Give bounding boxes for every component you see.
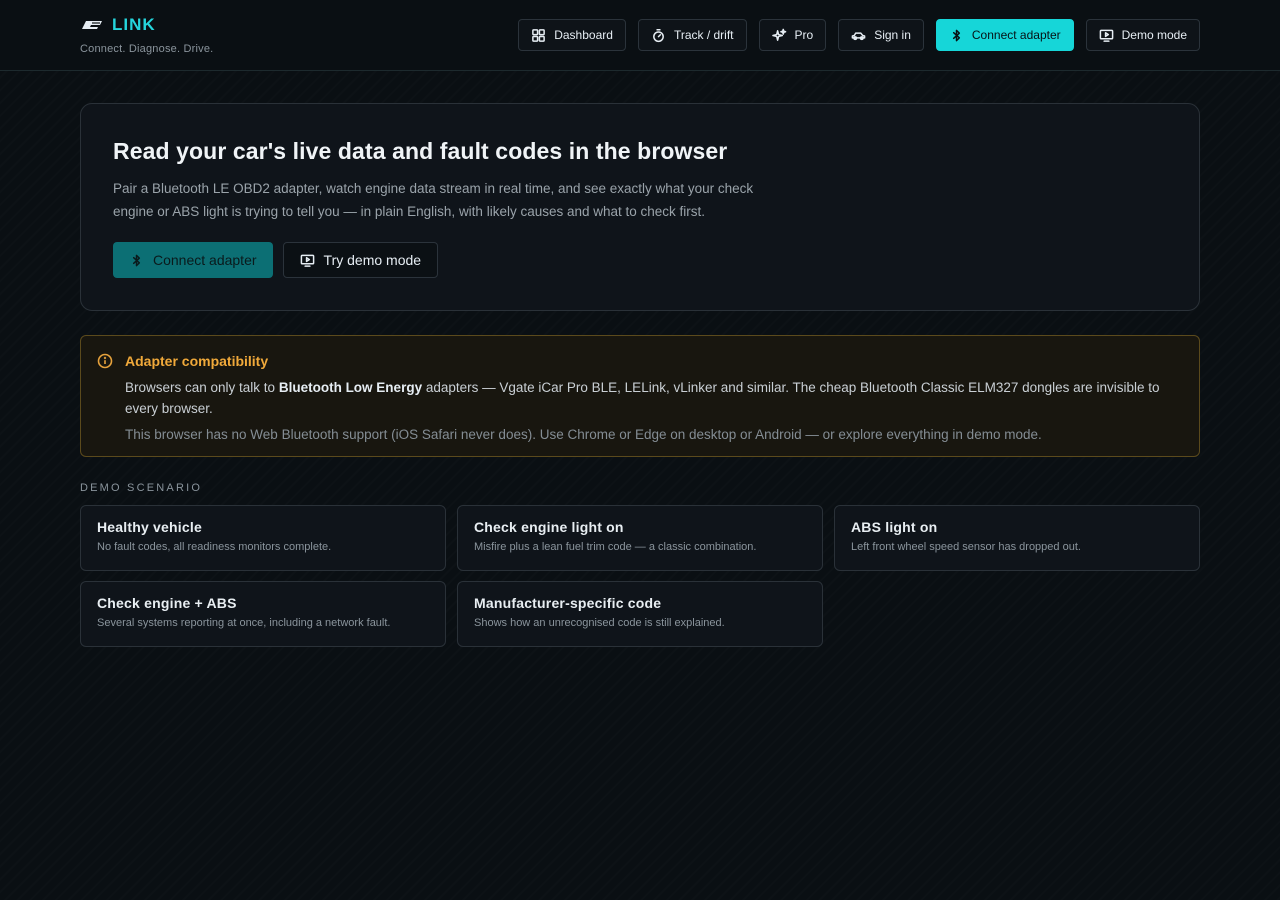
scenario-card-check-engine[interactable]: Check engine light on Misfire plus a lea… (457, 505, 823, 571)
nav-dashboard-button[interactable]: Dashboard (518, 19, 626, 51)
nav-track-label: Track / drift (673, 28, 734, 42)
nav-demo-label: Demo mode (1121, 28, 1187, 42)
scenario-card-abs-light[interactable]: ABS light on Left front wheel speed sens… (834, 505, 1200, 571)
scenario-card-healthy-vehicle[interactable]: Healthy vehicle No fault codes, all read… (80, 505, 446, 571)
nav-connect-label: Connect adapter (971, 28, 1061, 42)
scenario-description: Shows how an unrecognised code is still … (474, 617, 725, 629)
scenario-title: Healthy vehicle (97, 519, 202, 535)
hero-description: Pair a Bluetooth LE OBD2 adapter, watch … (113, 181, 754, 219)
hero-connect-label: Connect adapter (153, 252, 257, 268)
notice-body-bold: Bluetooth Low Energy (278, 380, 423, 395)
hero-title: Read your car's live data and fault code… (113, 138, 728, 164)
scenario-title: ABS light on (851, 519, 938, 535)
scenario-card-check-engine-abs[interactable]: Check engine + ABS Several systems repor… (80, 581, 446, 647)
monitor-play-icon (300, 254, 314, 267)
nav-dashboard-label: Dashboard (554, 28, 613, 42)
nav-track-button[interactable]: Track / drift (637, 19, 747, 51)
demo-scenario-grid: Healthy vehicle No fault codes, all read… (80, 505, 1200, 647)
notice-body: Browsers can only talk to Bluetooth Low … (125, 377, 1175, 419)
car-icon (851, 31, 866, 40)
bluetooth-icon (132, 254, 141, 266)
hero-panel: Read your car's live data and fault code… (80, 103, 1200, 311)
hero-demo-label: Try demo mode (323, 252, 422, 268)
scenario-title: Check engine light on (474, 519, 624, 535)
brand-name: LINK (112, 15, 156, 34)
nav-demo-mode-button[interactable]: Demo mode (1085, 19, 1200, 51)
notice-footnote: This browser has no Web Bluetooth suppor… (125, 427, 1042, 442)
stopwatch-icon (653, 28, 664, 42)
grid-icon (532, 28, 546, 42)
info-icon (97, 353, 113, 369)
nav-pro-button[interactable]: Pro (758, 19, 827, 51)
sparkles-icon (771, 28, 786, 41)
demo-scenario-heading: DEMO SCENARIO (80, 482, 203, 494)
brand[interactable]: LINK Connect. Diagnose. Drive. (80, 14, 213, 55)
top-nav: Dashboard Track / drift Pro Sign in Conn… (518, 19, 1200, 51)
scenario-description: Misfire plus a lean fuel trim code — a c… (474, 541, 757, 553)
scenario-description: Left front wheel speed sensor has droppe… (851, 541, 1081, 553)
scenario-title: Check engine + ABS (97, 595, 237, 611)
brand-logo-icon (82, 21, 102, 29)
nav-signin-label: Sign in (874, 28, 911, 42)
monitor-play-icon (1099, 29, 1113, 42)
nav-connect-adapter-button[interactable]: Connect adapter (935, 19, 1074, 51)
nav-pro-label: Pro (794, 28, 814, 42)
scenario-description: Several systems reporting at once, inclu… (97, 617, 391, 629)
scenario-card-manufacturer-code[interactable]: Manufacturer-specific code Shows how an … (457, 581, 823, 647)
bluetooth-icon (952, 29, 960, 41)
notice-title: Adapter compatibility (125, 353, 269, 369)
adapter-compatibility-notice: Adapter compatibility Browsers can only … (80, 335, 1200, 457)
brand-tagline: Connect. Diagnose. Drive. (80, 43, 214, 55)
top-bar: LINK Connect. Diagnose. Drive. Dashboard… (0, 0, 1280, 71)
nav-signin-button[interactable]: Sign in (838, 19, 924, 51)
hero-connect-adapter-button[interactable]: Connect adapter (113, 242, 273, 278)
notice-body-pre: Browsers can only talk to (125, 380, 279, 395)
scenario-title: Manufacturer-specific code (474, 595, 662, 611)
scenario-description: No fault codes, all readiness monitors c… (97, 541, 332, 553)
hero-try-demo-button[interactable]: Try demo mode (282, 242, 439, 278)
hero-actions: Connect adapter Try demo mode (113, 242, 1167, 278)
